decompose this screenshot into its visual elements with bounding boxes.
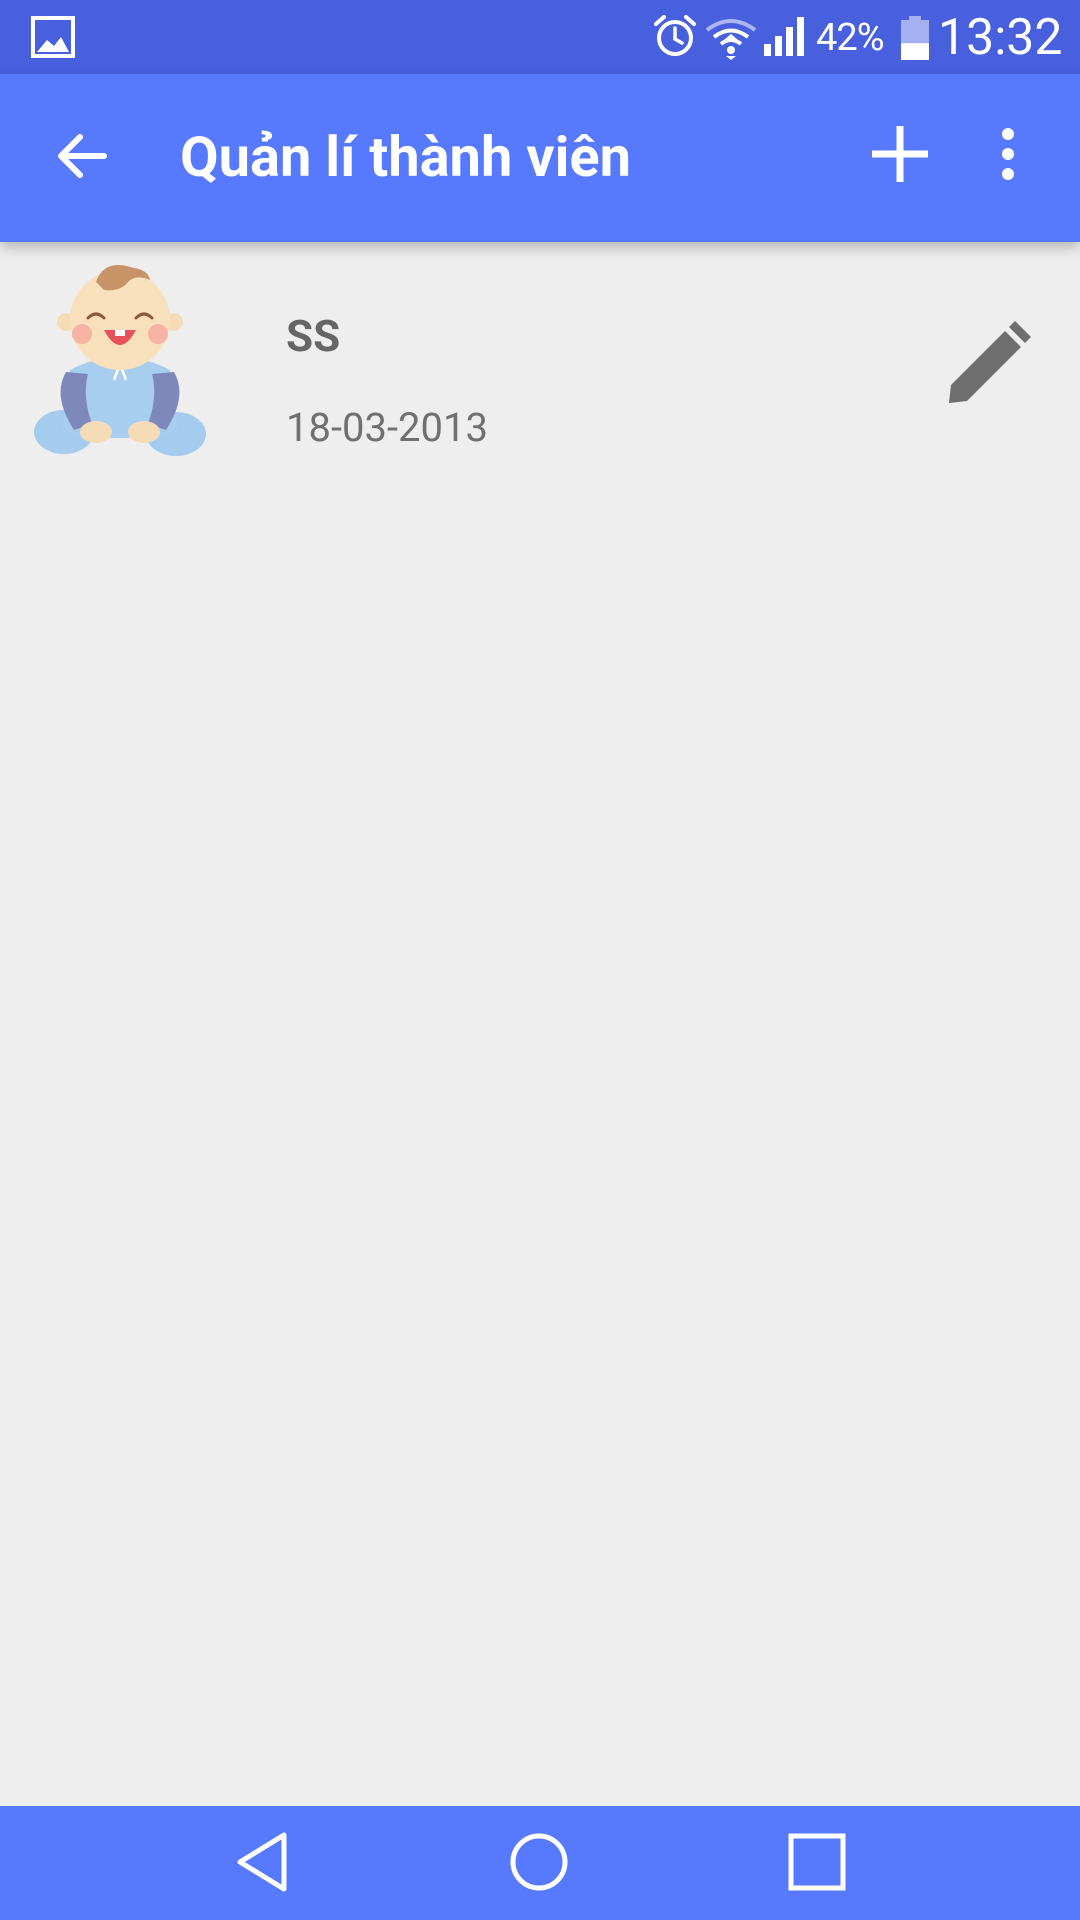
battery-percentage: 42% — [816, 16, 885, 60]
nav-home-icon — [509, 1832, 569, 1896]
member-list-item[interactable]: SS 18-03-2013 — [0, 242, 1080, 482]
overflow-menu-button[interactable] — [982, 120, 1034, 192]
nav-home-button[interactable] — [503, 1828, 575, 1900]
back-arrow-icon — [56, 133, 108, 183]
member-date: 18-03-2013 — [286, 404, 488, 451]
back-button[interactable] — [48, 124, 116, 192]
navigation-bar — [0, 1806, 1080, 1920]
wifi-icon — [704, 16, 758, 60]
signal-icon — [762, 14, 812, 58]
page-title: Quản lí thành viên — [180, 124, 632, 190]
nav-back-icon — [232, 1831, 292, 1897]
gallery-icon — [30, 15, 76, 59]
status-clock: 13:32 — [938, 9, 1063, 67]
add-icon — [870, 124, 930, 188]
baby-avatar — [30, 260, 210, 466]
member-name: SS — [286, 310, 341, 362]
battery-icon — [900, 16, 930, 60]
member-list: SS 18-03-2013 — [0, 242, 1080, 1806]
edit-pencil-icon — [945, 321, 1031, 411]
nav-recents-icon — [788, 1833, 846, 1895]
more-vert-icon — [1000, 128, 1016, 184]
nav-recents-button[interactable] — [781, 1828, 853, 1900]
add-member-button[interactable] — [864, 120, 936, 192]
alarm-icon — [652, 13, 698, 59]
nav-back-button[interactable] — [226, 1828, 298, 1900]
app-bar: Quản lí thành viên — [0, 74, 1080, 242]
edit-member-button[interactable] — [940, 318, 1036, 414]
status-bar: 42% 13:32 — [0, 0, 1080, 74]
